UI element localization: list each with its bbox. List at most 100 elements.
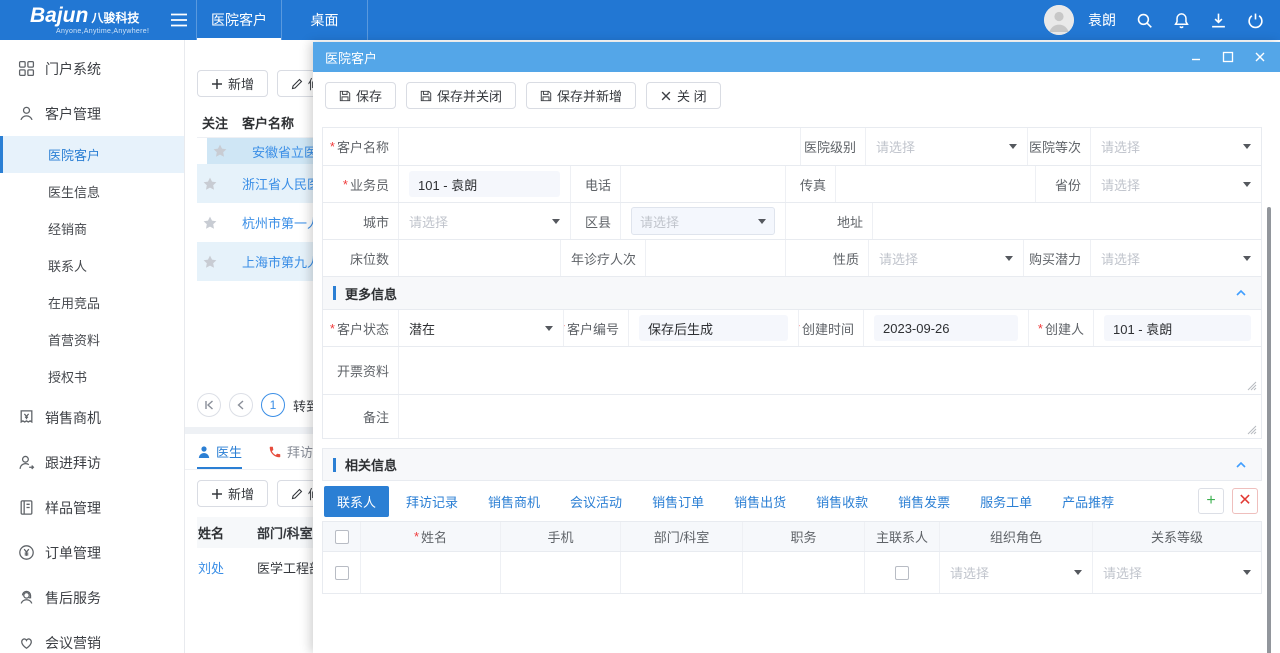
required-mark: *: [564, 321, 565, 336]
contact-input[interactable]: [505, 560, 616, 586]
resize-grip-icon[interactable]: [1245, 379, 1257, 391]
nav-tab-1[interactable]: 医院客户: [196, 0, 282, 40]
sidebar-item[interactable]: 售后服务: [0, 575, 184, 620]
nav-tab-2[interactable]: 桌面: [282, 0, 368, 40]
main-contact-checkbox[interactable]: [895, 566, 909, 580]
related-tab-1[interactable]: 联系人: [324, 486, 389, 517]
section-related-info[interactable]: 相关信息: [322, 448, 1262, 481]
favorite-star-icon[interactable]: [202, 215, 218, 231]
favorite-star-icon[interactable]: [202, 254, 218, 270]
hospital-grade-select[interactable]: 请选择: [1101, 134, 1251, 160]
sidebar-subitem[interactable]: 首营资料: [0, 321, 184, 358]
sidebar-item[interactable]: 会议营销: [0, 620, 184, 653]
hospital-level-select[interactable]: 请选择: [876, 134, 1017, 160]
bell-icon[interactable]: [1173, 12, 1190, 29]
sidebar-subitem[interactable]: 授权书: [0, 358, 184, 395]
favorite-star-icon[interactable]: [212, 143, 228, 159]
city-select[interactable]: 请选择: [409, 208, 560, 234]
save-and-close-button[interactable]: 保存并关闭: [406, 82, 516, 109]
search-icon[interactable]: [1136, 12, 1153, 29]
user-name[interactable]: 袁朗: [1088, 10, 1116, 30]
relation-level-select[interactable]: 请选择: [1093, 563, 1261, 582]
bed-count-input[interactable]: [409, 245, 550, 271]
district-select[interactable]: 请选择: [631, 207, 775, 235]
sidebar-item[interactable]: 客户管理: [0, 91, 184, 136]
contact-input[interactable]: [747, 560, 860, 586]
favorite-star-icon[interactable]: [202, 176, 218, 192]
related-tab-3[interactable]: 销售商机: [475, 486, 553, 517]
contact-input[interactable]: [625, 560, 738, 586]
org-role-select[interactable]: 请选择: [940, 563, 1092, 582]
nature-select[interactable]: 请选择: [879, 245, 1013, 271]
creator-input[interactable]: 101 - 袁朗: [1104, 315, 1251, 341]
salesman-input[interactable]: 101 - 袁朗: [409, 171, 560, 197]
address-input[interactable]: [883, 208, 1251, 234]
minimize-icon[interactable]: [1190, 51, 1202, 63]
related-tab-7[interactable]: 销售收款: [803, 486, 881, 517]
annual-visits-input[interactable]: [656, 245, 775, 271]
select-all-checkbox[interactable]: [335, 530, 349, 544]
province-select[interactable]: 请选择: [1101, 171, 1251, 197]
sidebar-item[interactable]: 门户系统: [0, 46, 184, 91]
delete-contact-button[interactable]: ✕: [1232, 488, 1258, 514]
related-tab-2[interactable]: 拜访记录: [393, 486, 471, 517]
modal-scrollbar[interactable]: [1267, 207, 1271, 653]
sidebar-subitem[interactable]: 经销商: [0, 210, 184, 247]
save-and-new-button[interactable]: 保存并新增: [526, 82, 636, 109]
chevron-up-icon[interactable]: [1235, 459, 1247, 471]
related-actions: +✕: [1198, 488, 1260, 514]
prev-page-button[interactable]: [229, 393, 253, 417]
related-tab-4[interactable]: 会议活动: [557, 486, 635, 517]
sidebar-subitem[interactable]: 在用竞品: [0, 284, 184, 321]
related-tab-5[interactable]: 销售订单: [639, 486, 717, 517]
add-contact-button[interactable]: +: [1198, 488, 1224, 514]
add-doctor-button[interactable]: 新增: [197, 480, 268, 507]
phone-input[interactable]: [631, 171, 775, 197]
row-checkbox[interactable]: [335, 566, 349, 580]
doctor-name-link[interactable]: 刘处: [197, 558, 257, 577]
sidebar-item[interactable]: 订单管理: [0, 530, 184, 575]
customer-no-label: *客户编号: [564, 310, 629, 346]
customer-no-input[interactable]: 保存后生成: [639, 315, 788, 341]
invoice-info-textarea[interactable]: [399, 347, 1261, 394]
chevron-up-icon[interactable]: [1235, 287, 1247, 299]
add-customer-button[interactable]: 新增: [197, 70, 268, 97]
sidebar-item[interactable]: 跟进拜访: [0, 440, 184, 485]
sidebar-subitem[interactable]: 医院客户: [0, 136, 184, 173]
remark-textarea[interactable]: [399, 395, 1261, 438]
related-tab-6[interactable]: 销售出货: [721, 486, 799, 517]
tab-doctor[interactable]: 医生: [197, 434, 242, 469]
menu-toggle-icon[interactable]: [170, 13, 188, 27]
create-time-input[interactable]: 2023-09-26: [874, 315, 1018, 341]
person-icon: [18, 105, 35, 122]
sidebar-item[interactable]: 样品管理: [0, 485, 184, 530]
sidebar-subitem[interactable]: 联系人: [0, 247, 184, 284]
user-avatar[interactable]: [1044, 5, 1074, 35]
close-icon[interactable]: [1254, 51, 1266, 63]
modal-title: 医院客户: [325, 48, 377, 67]
customer-status-select[interactable]: 潜在: [409, 315, 553, 341]
related-tab-9[interactable]: 服务工单: [967, 486, 1045, 517]
purchase-potential-select[interactable]: 请选择: [1101, 245, 1251, 271]
related-tab-8[interactable]: 销售发票: [885, 486, 963, 517]
resize-grip-icon[interactable]: [1245, 423, 1257, 435]
related-tab-10[interactable]: 产品推荐: [1049, 486, 1127, 517]
maximize-icon[interactable]: [1222, 51, 1234, 63]
fax-input[interactable]: [846, 171, 1025, 197]
bed-count-field: [399, 240, 561, 276]
remark-field: [399, 395, 1261, 438]
contact-input[interactable]: [365, 560, 496, 586]
sidebar-item[interactable]: 销售商机: [0, 395, 184, 440]
power-icon[interactable]: [1247, 12, 1264, 29]
customer-name-input[interactable]: [409, 134, 790, 160]
sidebar-subitem[interactable]: 医生信息: [0, 173, 184, 210]
save-button[interactable]: 保存: [325, 82, 396, 109]
first-page-button[interactable]: [197, 393, 221, 417]
district-label: 区县: [571, 203, 621, 239]
download-icon[interactable]: [1210, 12, 1227, 29]
province-field: 请选择: [1091, 166, 1261, 202]
close-button[interactable]: 关 闭: [646, 82, 721, 109]
hospital-grade-field: 请选择: [1091, 128, 1261, 165]
section-more-info[interactable]: 更多信息: [323, 277, 1261, 310]
current-page[interactable]: 1: [261, 393, 285, 417]
